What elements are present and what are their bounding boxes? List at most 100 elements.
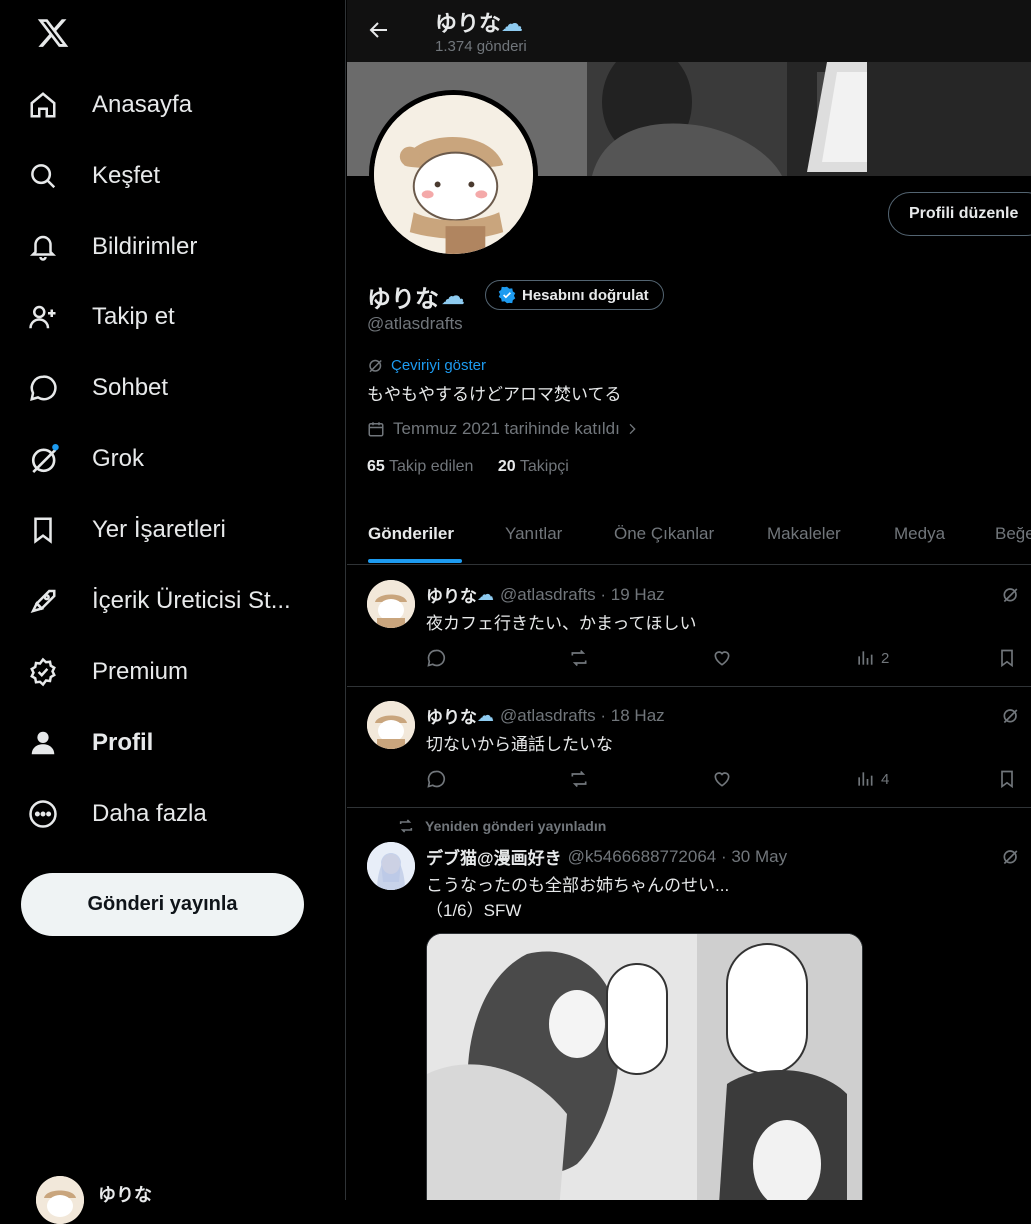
- sidebar-item-follow[interactable]: Takip et: [28, 289, 175, 345]
- tweet[interactable]: ゆりな ☁ @atlasdrafts · 18 Haz 切ないから通話したいな 4: [347, 687, 1031, 808]
- tweet-text: 夜カフェ行きたい、かまってほしい: [426, 614, 697, 633]
- avatar[interactable]: [367, 701, 415, 749]
- tweet-author-name[interactable]: ゆりな: [426, 703, 477, 728]
- follow-icon: [28, 302, 72, 332]
- sidebar-item-label: Grok: [92, 445, 145, 472]
- reply-icon[interactable]: [426, 648, 446, 668]
- grok-icon[interactable]: [1001, 846, 1021, 871]
- retweet-icon[interactable]: [568, 769, 590, 789]
- tweet-meta[interactable]: @k5466688772064 · 30 May: [568, 847, 788, 867]
- sidebar-item-label: Profil: [92, 729, 154, 756]
- profile-name: ゆりな ☁: [367, 283, 465, 313]
- chat-icon: [28, 373, 72, 403]
- sidebar-item-label: Bildirimler: [92, 233, 198, 260]
- premium-icon: [28, 657, 72, 687]
- retweet-label: Yeniden gönderi yayınladın: [397, 818, 606, 834]
- retweet-icon[interactable]: [568, 648, 590, 668]
- verify-account-button[interactable]: Hesabını doğrulat: [485, 280, 664, 310]
- tweet-text: 切ないから通話したいな: [426, 735, 613, 754]
- sidebar-item-label: İçerik Üreticisi St...: [92, 587, 291, 614]
- sidebar-item-explore[interactable]: Keşfet: [28, 148, 160, 204]
- account-switcher[interactable]: ゆりな: [36, 1176, 152, 1224]
- bookmark-icon: [28, 515, 72, 545]
- profile-main: ゆりな☁ 1.374 gönderi Profili düzenle ゆりな ☁ …: [347, 0, 1031, 1200]
- tweet-header: デブ猫@漫画好き @k5466688772064 · 30 May: [426, 844, 787, 869]
- calendar-icon: [367, 420, 385, 438]
- tab-replies[interactable]: Yanıtlar: [505, 524, 562, 544]
- sidebar-item-label: Daha fazla: [92, 800, 207, 827]
- views-stat[interactable]: 2: [855, 648, 889, 668]
- edit-profile-button[interactable]: Profili düzenle: [888, 192, 1031, 236]
- chevron-right-icon: [624, 421, 640, 437]
- sidebar-item-home[interactable]: Anasayfa: [28, 77, 192, 133]
- post-button[interactable]: Gönderi yayınla: [21, 873, 304, 936]
- follow-stats: 65 Takip edilen 20 Takipçi: [367, 458, 569, 476]
- cloud-emoji-icon: ☁: [477, 705, 494, 725]
- tab-articles[interactable]: Makaleler: [767, 524, 841, 544]
- tab-posts[interactable]: Gönderiler: [368, 524, 454, 544]
- profile-bio: もやもやするけどアロマ焚いてる: [367, 385, 622, 404]
- tweet-meta[interactable]: @atlasdrafts · 19 Haz: [500, 585, 665, 605]
- verified-badge-icon: [498, 286, 516, 304]
- tab-media[interactable]: Medya: [894, 524, 945, 544]
- back-arrow-icon[interactable]: [367, 18, 391, 42]
- translate-label: Çeviriyi göster: [391, 356, 487, 374]
- followers-link[interactable]: 20 Takipçi: [498, 458, 569, 475]
- views-icon: [855, 769, 875, 789]
- show-translation-link[interactable]: Çeviriyi göster: [367, 356, 486, 374]
- verify-label: Hesabını doğrulat: [522, 286, 649, 304]
- search-icon: [28, 161, 72, 191]
- reply-icon[interactable]: [426, 769, 446, 789]
- like-icon[interactable]: [711, 769, 733, 789]
- views-count: 2: [881, 649, 890, 667]
- active-tab-indicator: [368, 559, 462, 563]
- account-name: ゆりな: [98, 1185, 152, 1205]
- sidebar-item-grok[interactable]: Grok: [28, 431, 144, 487]
- sidebar-item-chat[interactable]: Sohbet: [28, 360, 168, 416]
- tweet-header: ゆりな ☁ @atlasdrafts · 18 Haz: [426, 703, 665, 728]
- retweet-icon: [397, 818, 415, 834]
- sidebar-item-bookmarks[interactable]: Yer İşaretleri: [28, 502, 226, 558]
- post-count: 1.374 gönderi: [435, 38, 527, 55]
- sidebar-item-label: Anasayfa: [92, 91, 193, 118]
- tweet-author-name[interactable]: デブ猫@漫画好き: [426, 844, 562, 869]
- cloud-emoji-icon: ☁: [441, 283, 465, 310]
- sidebar-item-creator-studio[interactable]: İçerik Üreticisi St...: [28, 573, 291, 629]
- person-icon: [28, 728, 72, 758]
- profile-header-bar: ゆりな☁ 1.374 gönderi: [347, 0, 1031, 62]
- tab-highlights[interactable]: Öne Çıkanlar: [614, 524, 714, 544]
- views-count: 4: [881, 770, 890, 788]
- sidebar-item-premium[interactable]: Premium: [28, 644, 188, 700]
- join-date[interactable]: Temmuz 2021 tarihinde katıldı: [367, 419, 640, 439]
- sidebar-item-label: Sohbet: [92, 374, 169, 401]
- grok-translate-icon: [367, 356, 385, 374]
- avatar[interactable]: [367, 580, 415, 628]
- sidebar-item-notifications[interactable]: Bildirimler: [28, 219, 197, 275]
- join-date-label: Temmuz 2021 tarihinde katıldı: [393, 419, 620, 438]
- grok-icon[interactable]: [1001, 705, 1021, 730]
- sidebar-item-more[interactable]: Daha fazla: [28, 786, 207, 842]
- sidebar-item-profile[interactable]: Profil: [28, 715, 153, 771]
- tweet-media-image[interactable]: [426, 933, 863, 1200]
- views-stat[interactable]: 4: [855, 769, 889, 789]
- tweet-author-name[interactable]: ゆりな: [426, 582, 477, 607]
- following-link[interactable]: 65 Takip edilen: [367, 458, 473, 475]
- profile-avatar[interactable]: [369, 90, 538, 259]
- tweet-meta[interactable]: @atlasdrafts · 18 Haz: [500, 706, 665, 726]
- profile-handle: @atlasdrafts: [367, 314, 463, 333]
- grok-icon: [28, 442, 72, 476]
- bookmark-icon[interactable]: [997, 648, 1017, 668]
- grok-icon[interactable]: [1001, 584, 1021, 609]
- cloud-emoji-icon: ☁: [501, 11, 524, 36]
- tweet[interactable]: ゆりな ☁ @atlasdrafts · 19 Haz 夜カフェ行きたい、かまって…: [347, 566, 1031, 687]
- like-icon[interactable]: [711, 648, 733, 668]
- x-logo-icon[interactable]: [36, 16, 70, 50]
- tab-likes[interactable]: Beğeni: [995, 524, 1031, 544]
- rocket-icon: [28, 586, 72, 616]
- bookmark-icon[interactable]: [997, 769, 1017, 789]
- avatar: [36, 1176, 84, 1224]
- cloud-emoji-icon: ☁: [477, 584, 494, 604]
- header-name: ゆりな☁: [435, 11, 524, 36]
- avatar[interactable]: [367, 842, 415, 890]
- sidebar-item-label: Yer İşaretleri: [92, 516, 226, 543]
